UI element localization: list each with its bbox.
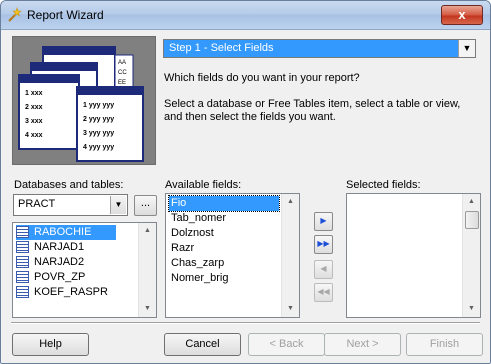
table-list-item[interactable]: NARJAD1	[16, 240, 116, 255]
field-list-item[interactable]: Tab_nomer	[169, 211, 279, 226]
illustration-row-text: 4 yyy yyy	[83, 144, 114, 151]
scroll-thumb[interactable]	[465, 211, 479, 229]
field-list-item[interactable]: Chas_zarp	[169, 256, 279, 271]
right-card: 1 yyy yyy 2 yyy yyy 3 yyy yyy 4 yyy yyy	[76, 86, 144, 162]
table-list-item[interactable]: POVR_ZP	[16, 270, 116, 285]
cancel-button[interactable]: Cancel	[164, 333, 241, 356]
illustration-row-text: 3 yyy yyy	[83, 130, 114, 137]
table-list-item[interactable]: NARJAD2	[16, 255, 116, 270]
illustration-row-text: 4 xxx	[25, 132, 43, 139]
wizard-illustration: AACCEEGIK 1 xxx2 xxx3 xxx4 xxx 1 xxx2 xx…	[12, 36, 156, 165]
table-list-item[interactable]: KOEF_RASPR	[16, 285, 116, 300]
finish-button[interactable]: Finish	[406, 333, 483, 356]
illustration-row-text: 1 xxx	[25, 90, 43, 97]
report-pages-illustration: AACCEEGIK 1 xxx2 xxx3 xxx4 xxx 1 xxx2 xx…	[18, 46, 144, 162]
back-button[interactable]: < Back	[248, 333, 325, 356]
scroll-up-icon[interactable]: ▲	[464, 194, 479, 210]
table-icon	[16, 286, 29, 299]
selected-scrollbar[interactable]: ▲ ▼	[462, 194, 480, 317]
scroll-down-icon[interactable]: ▼	[283, 301, 298, 317]
field-list-item[interactable]: Dolznost	[169, 226, 279, 241]
illustration-row-text: 2 xxx	[25, 104, 43, 111]
button-divider	[11, 322, 480, 324]
table-name: KOEF_RASPR	[34, 286, 108, 298]
question-text: Which fields do you want in your report?	[164, 72, 360, 84]
available-fields-list[interactable]: ▲ ▼ Fio Tab_nomer Dolznost Razr Chas_zarp Nom…	[165, 193, 300, 318]
database-combo-value: PRACT	[18, 198, 56, 210]
arrow-right-icon: ▶	[320, 216, 327, 225]
field-list-item[interactable]: Razr	[169, 241, 279, 256]
add-all-fields-button[interactable]: ▶▶	[314, 235, 333, 254]
report-wizard-window: Report Wizard x AACCEEGIK 1 xxx2 xxx3	[0, 0, 491, 364]
help-button[interactable]: Help	[12, 333, 89, 356]
database-combo[interactable]: PRACT ▼	[13, 194, 128, 216]
chevron-down-icon[interactable]: ▼	[110, 196, 126, 214]
scroll-up-icon[interactable]: ▲	[283, 194, 298, 210]
table-icon	[16, 241, 29, 254]
table-name: NARJAD1	[34, 241, 85, 253]
title-bar[interactable]: Report Wizard x	[1, 1, 490, 30]
add-field-button[interactable]: ▶	[314, 212, 333, 231]
table-icon	[16, 256, 29, 269]
illustration-row-text: 3 xxx	[25, 118, 43, 125]
illustration-row-text: 1 yyy yyy	[83, 102, 114, 109]
close-button[interactable]: x	[441, 5, 483, 25]
available-scrollbar[interactable]: ▲ ▼	[281, 194, 299, 317]
window-title: Report Wizard	[27, 8, 104, 22]
illustration-tab-text: AA	[118, 60, 126, 66]
illustration-tab-text: CC	[118, 70, 127, 76]
table-name: POVR_ZP	[34, 271, 86, 283]
table-list-item[interactable]: RABOCHIE	[16, 225, 116, 240]
databases-label: Databases and tables:	[14, 179, 124, 191]
arrow-left-double-icon: ◀◀	[317, 287, 330, 296]
instruction-line-1: Select a database or Free Tables item, s…	[164, 98, 461, 110]
scroll-down-icon[interactable]: ▼	[464, 301, 479, 317]
wizard-body: AACCEEGIK 1 xxx2 xxx3 xxx4 xxx 1 xxx2 xx…	[1, 30, 490, 363]
step-dropdown-value: Step 1 - Select Fields	[169, 42, 274, 54]
left-card: 1 xxx 2 xxx 3 xxx 4 xxx	[18, 74, 80, 150]
remove-field-button[interactable]: ◀	[314, 260, 333, 279]
step-dropdown[interactable]: Step 1 - Select Fields ▼	[163, 39, 476, 58]
tables-list[interactable]: ▲ ▼ RABOCHIE NARJAD1 NARJAD2 POVR_ZP KOEF_RA…	[12, 222, 157, 318]
selected-fields-list[interactable]: ▲ ▼	[346, 193, 481, 318]
tables-scrollbar[interactable]: ▲ ▼	[138, 223, 156, 317]
table-icon	[16, 271, 29, 284]
wizard-wand-icon	[8, 7, 22, 22]
arrow-right-double-icon: ▶▶	[317, 239, 330, 248]
next-button[interactable]: Next >	[324, 333, 401, 356]
selected-fields-label: Selected fields:	[346, 179, 421, 191]
table-name: NARJAD2	[34, 256, 85, 268]
table-name: RABOCHIE	[34, 226, 92, 238]
browse-button[interactable]: ...	[134, 195, 157, 216]
table-icon	[16, 226, 29, 239]
illustration-tab-text: EE	[118, 80, 126, 86]
arrow-left-icon: ◀	[320, 264, 327, 273]
scroll-down-icon[interactable]: ▼	[140, 301, 155, 317]
illustration-row-text: 2 yyy yyy	[83, 116, 114, 123]
available-fields-label: Available fields:	[165, 179, 242, 191]
instruction-line-2: and then select the fields you want.	[164, 111, 336, 123]
remove-all-fields-button[interactable]: ◀◀	[314, 283, 333, 302]
chevron-down-icon[interactable]: ▼	[458, 40, 475, 57]
field-list-item[interactable]: Nomer_brig	[169, 271, 279, 286]
scroll-up-icon[interactable]: ▲	[140, 223, 155, 239]
close-icon: x	[458, 7, 466, 22]
field-list-item[interactable]: Fio	[168, 195, 280, 212]
